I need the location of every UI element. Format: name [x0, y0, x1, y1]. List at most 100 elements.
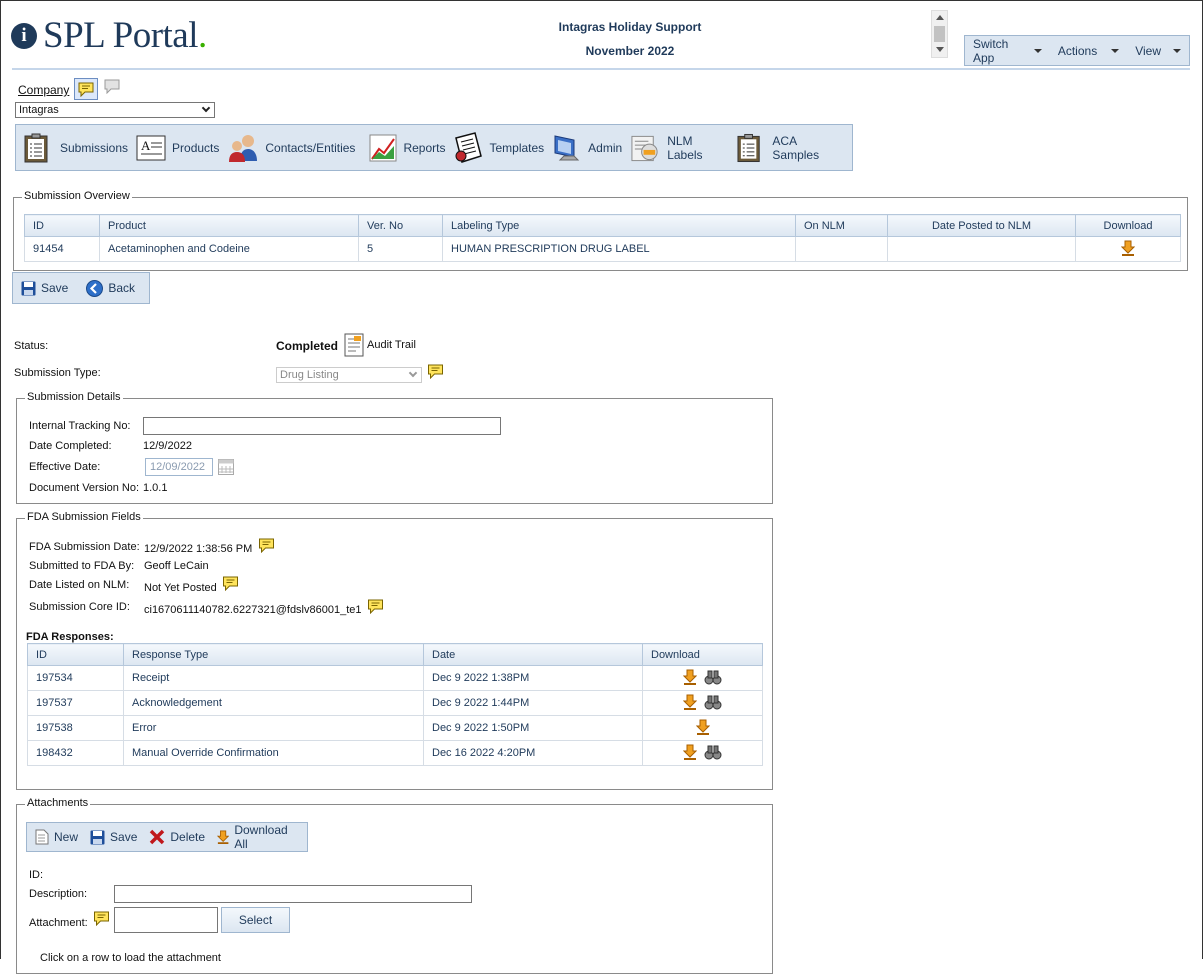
nav-templates[interactable]: Templates [453, 131, 544, 164]
header-subtitle: November 2022 [585, 44, 675, 58]
templates-icon [455, 131, 483, 163]
delete-attachment-button[interactable]: Delete [149, 829, 205, 845]
binoculars-icon[interactable] [704, 744, 722, 760]
tracking-input[interactable] [143, 417, 501, 435]
col-labeling-type[interactable]: Labeling Type [442, 214, 796, 237]
col-response-type[interactable]: Response Type [123, 643, 424, 666]
table-row[interactable]: 197534 Receipt Dec 9 2022 1:38PM [27, 665, 763, 691]
nav-contacts[interactable]: Contacts/Entities [227, 133, 355, 163]
nav-label: NLM Labels [667, 133, 703, 162]
table-row[interactable]: 91454 Acetaminophen and Codeine 5 HUMAN … [24, 236, 1181, 262]
nav-label: Submissions [60, 140, 129, 155]
attachment-file-input[interactable] [114, 907, 218, 933]
main-nav: Submissions A Products Contacts/Entities… [15, 124, 853, 171]
calendar-icon[interactable] [218, 459, 234, 478]
col-download[interactable]: Download [1075, 214, 1181, 237]
download-all-button[interactable]: Download All [217, 823, 295, 851]
back-button[interactable]: Back [86, 279, 135, 297]
col-id[interactable]: ID [27, 643, 124, 666]
note-icon[interactable] [222, 576, 239, 594]
section-legend: Submission Overview [22, 190, 132, 202]
cell-product: Acetaminophen and Codeine [99, 236, 359, 262]
table-row[interactable]: 197538 Error Dec 9 2022 1:50PM [27, 715, 763, 741]
scroll-up-icon[interactable] [936, 15, 944, 20]
note-icon[interactable] [93, 911, 110, 929]
table-row[interactable]: 198432 Manual Override Confirmation Dec … [27, 740, 763, 766]
note-icon[interactable] [427, 364, 444, 382]
menu-actions[interactable]: Actions [1050, 44, 1127, 58]
attachment-description-input[interactable] [114, 885, 472, 903]
download-icon [217, 830, 230, 844]
effective-date-input[interactable]: 12/09/2022 [145, 458, 213, 476]
company-link[interactable]: Company [18, 83, 69, 97]
download-icon[interactable] [682, 669, 698, 685]
nlm-date-value: Not Yet Posted [144, 582, 217, 594]
fda-date-value: 12/9/2022 1:38:56 PM [144, 543, 253, 555]
download-icon[interactable] [695, 719, 710, 735]
company-comment-gray-icon[interactable] [104, 79, 120, 97]
effective-date-label: Effective Date: [29, 461, 101, 473]
binoculars-icon[interactable] [704, 669, 722, 685]
cell-download [1075, 236, 1181, 262]
fda-responses-label: FDA Responses: [26, 631, 114, 643]
new-attachment-button[interactable]: New [35, 829, 78, 845]
section-legend: Attachments [25, 797, 91, 809]
nav-label: ACA Samples [772, 133, 820, 162]
save-button[interactable]: Save [21, 281, 68, 296]
nav-aca-samples[interactable]: ACA Samples [737, 133, 844, 163]
nav-label: Products [172, 140, 220, 155]
nav-nlm-labels[interactable]: NLM Labels [630, 133, 729, 163]
binoculars-icon[interactable] [704, 694, 722, 710]
download-icon[interactable] [682, 744, 698, 760]
col-date[interactable]: Date [423, 643, 643, 666]
caret-down-icon [1033, 48, 1042, 53]
download-icon[interactable] [1120, 240, 1136, 256]
col-product[interactable]: Product [99, 214, 359, 237]
floppy-save-icon [90, 830, 105, 844]
scroll-down-icon[interactable] [936, 47, 944, 52]
new-document-icon [35, 829, 49, 845]
core-id-value: ci1670611140782.6227321@fdslv86001_te1 [144, 604, 362, 616]
cell-date-posted [887, 236, 1076, 262]
attachment-id-label: ID: [29, 869, 44, 881]
col-on-nlm[interactable]: On NLM [795, 214, 888, 237]
note-icon [78, 82, 94, 97]
menu-switch-app[interactable]: Switch App [965, 37, 1050, 65]
company-select[interactable]: Intagras [15, 102, 215, 118]
logo-mark: i [11, 22, 37, 49]
note-icon[interactable] [367, 599, 384, 617]
nav-reports[interactable]: Reports [369, 134, 445, 162]
header-scrollbar[interactable] [931, 10, 948, 58]
nav-admin[interactable]: Admin [552, 133, 622, 163]
scroll-thumb[interactable] [934, 26, 945, 42]
nav-products[interactable]: A Products [136, 135, 219, 161]
save-attachment-button[interactable]: Save [90, 830, 137, 845]
cell-download [642, 715, 763, 741]
col-ver[interactable]: Ver. No [358, 214, 443, 237]
caret-down-icon [1173, 48, 1181, 53]
header-title: Intagras Holiday Support [558, 20, 702, 34]
section-legend: Submission Details [25, 391, 123, 403]
audit-trail-link[interactable]: Audit Trail [344, 333, 416, 357]
submission-type-value: Drug Listing [280, 369, 339, 381]
menu-view[interactable]: View [1127, 44, 1189, 58]
form-toolbar: Save Back [12, 272, 150, 304]
cell-date: Dec 9 2022 1:38PM [423, 665, 643, 691]
select-file-button[interactable]: Select [221, 907, 290, 933]
cell-id: 91454 [24, 236, 100, 262]
delete-x-icon [150, 829, 165, 845]
nav-submissions[interactable]: Submissions [24, 133, 128, 163]
note-icon[interactable] [258, 538, 275, 556]
col-date-posted[interactable]: Date Posted to NLM [887, 214, 1076, 237]
company-note-button[interactable] [74, 78, 98, 100]
label-icon [631, 135, 658, 161]
col-id[interactable]: ID [24, 214, 100, 237]
tracking-label: Internal Tracking No: [29, 420, 131, 432]
table-row[interactable]: 197537 Acknowledgement Dec 9 2022 1:44PM [27, 690, 763, 716]
submission-type-select[interactable]: Drug Listing [276, 367, 422, 383]
submission-overview-section: Submission Overview ID Product Ver. No L… [13, 190, 1188, 271]
nav-label: Admin [588, 140, 623, 155]
col-download[interactable]: Download [642, 643, 763, 666]
logo[interactable]: i SPL Portal. [11, 14, 207, 57]
download-icon[interactable] [682, 694, 698, 710]
